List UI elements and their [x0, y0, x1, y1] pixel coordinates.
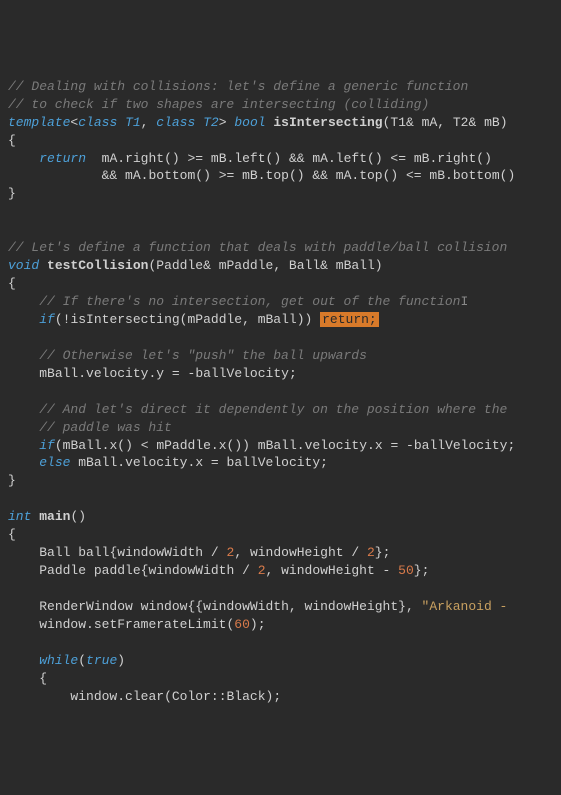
code-line: // to check if two shapes are intersecti… — [8, 96, 553, 114]
code-line — [8, 221, 553, 239]
code-line — [8, 329, 553, 347]
code-line: template<class T1, class T2> bool isInte… — [8, 114, 553, 132]
code-line: else mBall.velocity.x = ballVelocity; — [8, 454, 553, 472]
code-line: if(mBall.x() < mPaddle.x()) mBall.veloci… — [8, 437, 553, 455]
highlighted-return: return; — [320, 312, 379, 327]
code-line: while(true) — [8, 652, 553, 670]
code-line: // Dealing with collisions: let's define… — [8, 78, 553, 96]
code-line — [8, 203, 553, 221]
text-cursor: I — [461, 294, 469, 309]
code-line: return mA.right() >= mB.left() && mA.lef… — [8, 150, 553, 168]
code-line: // Let's define a function that deals wi… — [8, 239, 553, 257]
code-line — [8, 383, 553, 401]
code-line — [8, 580, 553, 598]
code-line: RenderWindow window{{windowWidth, window… — [8, 598, 553, 616]
code-line: // If there's no intersection, get out o… — [8, 293, 553, 311]
code-line: if(!isIntersecting(mPaddle, mBall)) retu… — [8, 311, 553, 329]
code-line: Paddle paddle{windowWidth / 2, windowHei… — [8, 562, 553, 580]
code-line: } — [8, 185, 553, 203]
code-line — [8, 490, 553, 508]
code-line: && mA.bottom() >= mB.top() && mA.top() <… — [8, 167, 553, 185]
code-line: void testCollision(Paddle& mPaddle, Ball… — [8, 257, 553, 275]
code-line: // paddle was hit — [8, 419, 553, 437]
code-line: { — [8, 670, 553, 688]
code-line — [8, 634, 553, 652]
code-line: int main() — [8, 508, 553, 526]
code-line: // Otherwise let's "push" the ball upwar… — [8, 347, 553, 365]
code-line: Ball ball{windowWidth / 2, windowHeight … — [8, 544, 553, 562]
code-editor[interactable]: // Dealing with collisions: let's define… — [8, 78, 553, 706]
code-line: mBall.velocity.y = -ballVelocity; — [8, 365, 553, 383]
code-line: { — [8, 275, 553, 293]
code-line: { — [8, 526, 553, 544]
code-line: window.setFramerateLimit(60); — [8, 616, 553, 634]
code-line: } — [8, 472, 553, 490]
code-line: { — [8, 132, 553, 150]
code-line: window.clear(Color::Black); — [8, 688, 553, 706]
code-line: // And let's direct it dependently on th… — [8, 401, 553, 419]
